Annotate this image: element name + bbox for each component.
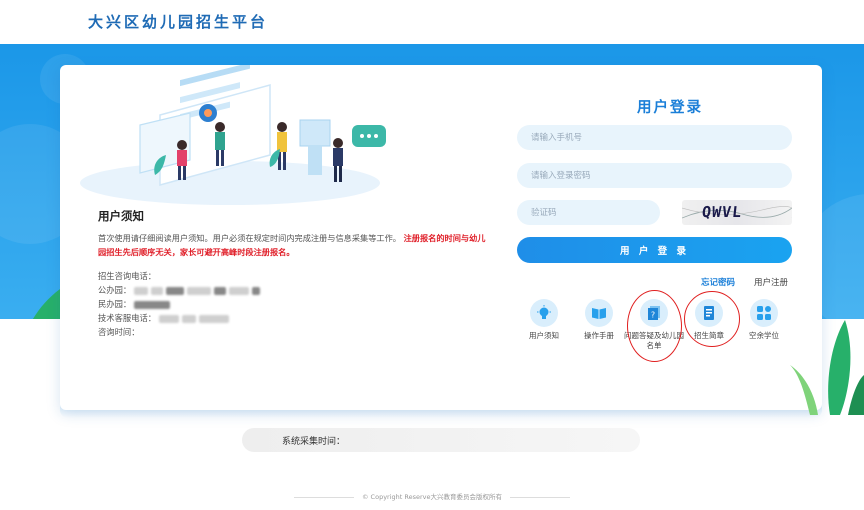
collection-time-bar: 系统采集时间： [242,428,640,452]
main-card: 用户须知 首次使用请仔细阅读用户须知。用户必须在规定时间内完成注册与信息采集等工… [60,65,822,410]
lightbulb-icon [530,299,558,327]
site-header: 大兴区幼儿园招生平台 [0,0,864,44]
phone-input[interactable] [517,125,792,150]
book-icon [585,299,613,327]
site-title: 大兴区幼儿园招生平台 [88,13,269,31]
private-kindergarten-phone: 民办园： [98,298,171,310]
copyright: © Copyright Reserve大兴教育委员会版权所有 [0,491,864,501]
consult-hours: 咨询时间： [98,327,140,337]
login-title: 用户登录 [637,100,703,116]
leaf-decoration-right [790,320,864,415]
login-button[interactable]: 用 户 登 录 [517,237,792,263]
public-kindergarten-phone: 公办园： [98,284,261,296]
notice-text-normal: 首次使用请仔细阅读用户须知。用户必须在规定时间内完成注册与信息采集等工作。 [98,233,401,243]
tool-user-notice[interactable]: 用户须知 [514,299,574,341]
captcha-input[interactable] [517,200,660,225]
captcha-image[interactable]: QWVL [682,200,792,225]
notice-title: 用户须知 [98,209,144,223]
tool-operation-manual[interactable]: 操作手册 [569,299,629,341]
annotation-circle-brochure [684,291,740,347]
password-input[interactable] [517,163,792,188]
notice-text: 首次使用请仔细阅读用户须知。用户必须在规定时间内完成注册与信息采集等工作。 注册… [98,231,493,259]
enroll-phone-label: 招生咨询电话： [98,271,157,281]
tech-support-phone: 技术客服电话： [98,312,230,324]
register-link[interactable]: 用户注册 [754,276,788,288]
collection-time-label: 系统采集时间： [282,437,346,447]
forgot-password-link[interactable]: 忘记密码 [701,276,735,288]
annotation-circle-faq [627,290,682,362]
